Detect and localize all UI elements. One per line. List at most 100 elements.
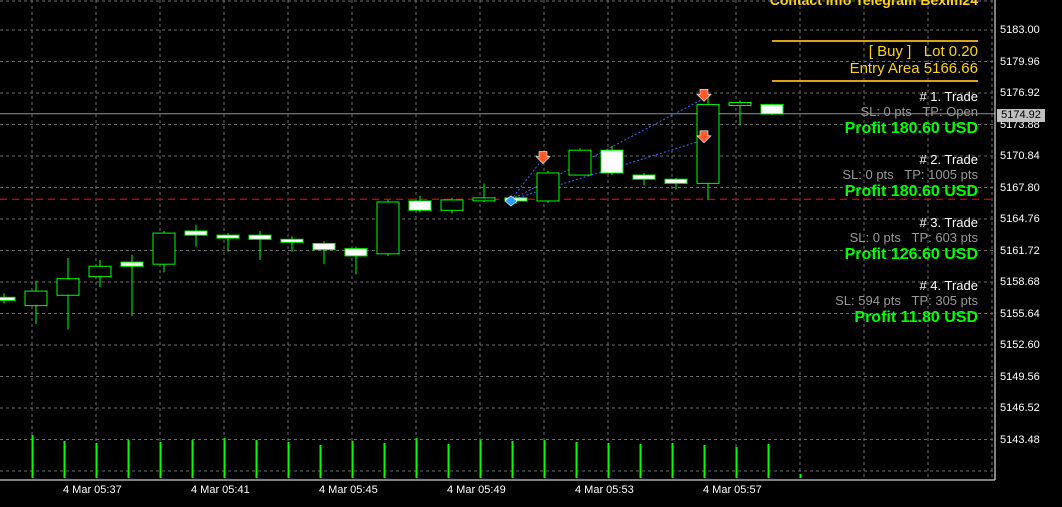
volume-bar: [31, 435, 34, 478]
trade-title: # 4. Trade: [919, 278, 978, 293]
trade-item: # 4. Trade SL: 594 pts TP: 305 pts Profit …: [835, 278, 978, 327]
candle-body: [248, 234, 272, 240]
trade-tp: TP: 305 pts: [911, 293, 978, 308]
time-label: 4 Mar 05:57: [703, 484, 762, 496]
volume-bar: [415, 438, 418, 478]
trade-profit: Profit 126.60 USD: [844, 246, 978, 263]
trade-sl: SL: 0 pts: [860, 104, 912, 119]
volume-bar: [479, 440, 482, 478]
price-label: 5170.84: [1000, 150, 1040, 162]
candle-body: [88, 265, 112, 278]
volume-bar: [351, 441, 354, 478]
trade-item: # 2. Trade SL: 0 pts TP: 1005 pts Profit 1…: [842, 152, 978, 201]
trade-title: # 3. Trade: [919, 215, 978, 230]
trade-sl: SL: 594 pts: [835, 293, 901, 308]
price-label: 5164.76: [1000, 213, 1040, 225]
price-label: 5176.92: [1000, 87, 1040, 99]
candle-body: [760, 104, 784, 115]
price-label: 5158.68: [1000, 276, 1040, 288]
candle-body: [24, 290, 48, 307]
volume-bar: [383, 443, 386, 478]
time-label: 4 Mar 05:41: [191, 484, 250, 496]
trade-side: [ Buy ]: [868, 43, 912, 60]
price-label: 5179.96: [1000, 55, 1040, 68]
entry-area: Entry Area 5166.66: [849, 60, 978, 77]
trade-tp: TP: Open: [922, 104, 978, 119]
volume-bar: [95, 443, 98, 478]
volume-bars: [31, 435, 802, 478]
panel-bottom-divider: [772, 80, 978, 82]
volume-bar: [319, 445, 322, 478]
candle-body: [344, 248, 368, 257]
panel-top-divider: [772, 40, 978, 42]
price-label: 5146.52: [1000, 402, 1040, 414]
trade-title: # 1. Trade: [919, 89, 978, 104]
candle-body: [472, 197, 496, 202]
candle-body: [312, 242, 336, 251]
trade-tp: TP: 1005 pts: [904, 167, 978, 182]
candle-body: [0, 296, 16, 301]
time-label: 4 Mar 05:49: [447, 484, 506, 496]
candle-body: [696, 104, 720, 184]
candle-body: [184, 230, 208, 236]
sell-arrow-icon: [535, 151, 551, 164]
candle-body: [440, 199, 464, 211]
trade-profit: Profit 180.60 USD: [844, 183, 978, 200]
volume-bar: [287, 442, 290, 478]
trade-sl: SL: 0 pts: [842, 167, 894, 182]
sell-arrow-icon: [696, 89, 712, 102]
time-label: 4 Mar 05:37: [63, 484, 122, 496]
current-price-tag: 5174.92: [997, 109, 1045, 122]
volume-bar: [223, 438, 226, 478]
volume-bar: [543, 440, 546, 478]
price-label: 5155.64: [1000, 307, 1040, 320]
price-label: 5167.80: [1000, 181, 1040, 194]
trade-sl: SL: 0 pts: [849, 230, 901, 245]
candle-body: [56, 278, 80, 296]
volume-bar: [767, 444, 770, 478]
volume-bar: [607, 443, 610, 478]
time-label: 4 Mar 05:45: [319, 484, 378, 496]
volume-bar: [703, 445, 706, 478]
candle-body: [280, 238, 304, 243]
candlesticks: [0, 96, 784, 330]
trade-summary: [ Buy ] Lot 0.20 Entry Area 5166.66: [850, 43, 978, 77]
contact-info: Contact info Telegram Bexim24: [769, 0, 978, 8]
volume-bar: [671, 443, 674, 478]
price-label: 5152.60: [1000, 339, 1040, 351]
candle-body: [536, 172, 560, 202]
volume-bar: [159, 442, 162, 478]
candle-body: [728, 102, 752, 107]
candle-body: [216, 234, 240, 239]
price-label: 5161.72: [1000, 244, 1040, 257]
volume-bar: [735, 447, 738, 478]
candle-body: [600, 149, 624, 174]
candle-body: [120, 261, 144, 267]
price-label: 5183.00: [1000, 24, 1040, 36]
candle-body: [376, 201, 400, 255]
price-label: 5143.48: [1000, 433, 1040, 446]
trade-item: # 3. Trade SL: 0 pts TP: 603 pts Profit 12…: [845, 215, 978, 264]
volume-bar: [255, 440, 258, 478]
volume-bar: [63, 441, 66, 478]
trade-tp: TP: 603 pts: [911, 230, 978, 245]
candle-body: [664, 178, 688, 184]
volume-bar: [799, 474, 802, 478]
price-label: 5149.56: [1000, 370, 1040, 383]
time-label: 4 Mar 05:53: [575, 484, 634, 496]
candle-body: [408, 200, 432, 211]
volume-bar: [639, 444, 642, 478]
volume-bar: [127, 440, 130, 478]
candle-body: [152, 232, 176, 265]
volume-bar: [575, 442, 578, 478]
volume-bar: [447, 444, 450, 478]
trade-profit: Profit 11.80 USD: [854, 309, 978, 326]
candle-body: [568, 149, 592, 176]
volume-bar: [191, 440, 194, 478]
trade-title: # 2. Trade: [919, 152, 978, 167]
trade-profit: Profit 180.60 USD: [844, 120, 978, 137]
volume-bar: [511, 441, 514, 478]
candle-body: [632, 174, 656, 180]
trade-lot: Lot 0.20: [923, 43, 978, 60]
trade-item: # 1. Trade SL: 0 pts TP: Open Profit 180.6…: [845, 89, 978, 138]
